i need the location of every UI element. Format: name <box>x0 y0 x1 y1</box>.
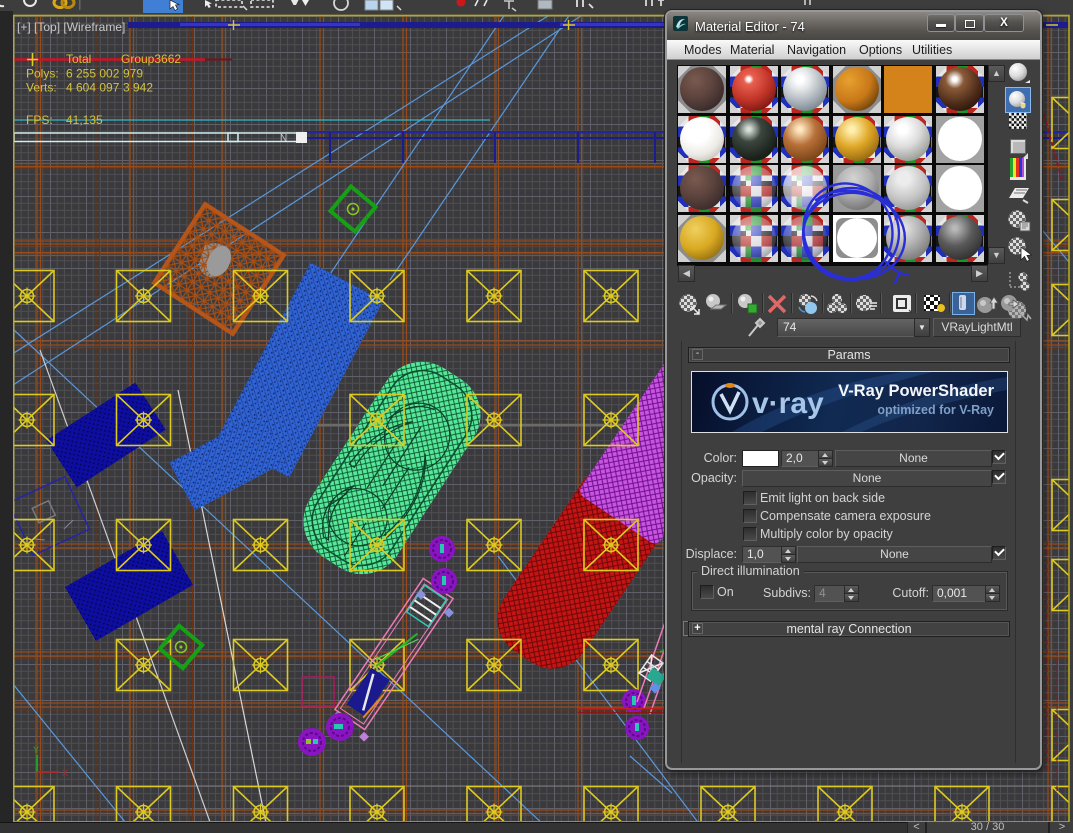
svg-text:X: X <box>62 768 68 778</box>
svg-text:Y: Y <box>33 745 39 755</box>
svg-text:Group3662: Group3662 <box>121 52 181 66</box>
svg-text:41,135: 41,135 <box>66 113 103 127</box>
svg-text:979: 979 <box>123 67 143 81</box>
svg-text:4 604 097: 4 604 097 <box>66 81 120 95</box>
svg-text:N: N <box>280 133 287 144</box>
svg-text:3 942: 3 942 <box>123 81 153 95</box>
svg-text:Polys:: Polys: <box>26 67 59 81</box>
svg-text:6 255 002: 6 255 002 <box>66 67 120 81</box>
svg-text:FPS:: FPS: <box>26 113 53 127</box>
svg-text:v·ray: v·ray <box>752 387 824 420</box>
svg-text:[+] [Top] [Wireframe]: [+] [Top] [Wireframe] <box>17 20 125 34</box>
svg-text:Total: Total <box>66 52 91 66</box>
svg-text:Verts:: Verts: <box>26 81 57 95</box>
